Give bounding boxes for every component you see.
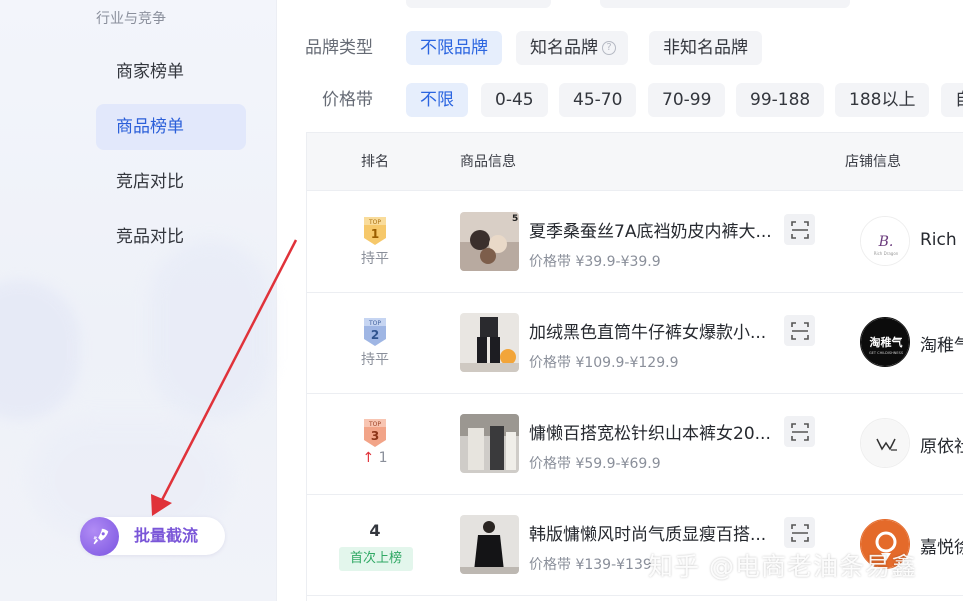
first-on-list-badge: 首次上榜 bbox=[339, 547, 413, 571]
shop-logo[interactable] bbox=[860, 418, 910, 468]
shop-name[interactable]: 嘉悦徐 bbox=[920, 533, 963, 558]
svg-text:GET CHILDISHNESS: GET CHILDISHNESS bbox=[869, 351, 904, 355]
product-price-band: 价格带 ¥109.9-¥129.9 bbox=[529, 355, 679, 371]
sidebar: 行业与竞争 商家榜单 商品榜单 竞店对比 竞品对比 批量截流 bbox=[0, 0, 277, 601]
price-option-99-188[interactable]: 99-188 bbox=[736, 83, 825, 117]
sidebar-item-merchant-ranking[interactable]: 商家榜单 bbox=[96, 49, 246, 95]
industry-select-cut[interactable] bbox=[406, 0, 551, 8]
sidebar-item-product-compare[interactable]: 竞品对比 bbox=[96, 214, 246, 260]
column-rank: 排名 bbox=[361, 154, 389, 170]
price-option-45-70[interactable]: 45-70 bbox=[559, 83, 637, 117]
product-ranking-table: 排名 商品信息 店铺信息 TOP 1 持平 5 夏季桑蚕丝7A底裆奶皮内裤大..… bbox=[306, 132, 963, 601]
batch-intercept-button[interactable]: 批量截流 bbox=[80, 517, 225, 556]
table-row[interactable]: TOP 3 ↑ 1 慵懒百搭宽松针织山本裤女20... 价格带 ¥59.9-¥6… bbox=[307, 394, 963, 495]
rank-number: 1 bbox=[371, 227, 379, 241]
column-shop: 店铺信息 bbox=[845, 154, 901, 170]
table-row[interactable]: TOP 2 持平 加绒黑色直筒牛仔裤女爆款小... 价格带 ¥109.9-¥12… bbox=[307, 293, 963, 394]
rank-change: 持平 bbox=[361, 251, 389, 267]
brand-option-non-famous[interactable]: 非知名品牌 bbox=[649, 31, 762, 65]
rank-medal-bronze-icon: TOP 3 bbox=[364, 419, 386, 447]
price-option-any[interactable]: 不限 bbox=[406, 83, 468, 117]
help-icon[interactable]: ? bbox=[602, 41, 616, 55]
shop-name[interactable]: 原依社 bbox=[920, 432, 963, 457]
product-title[interactable]: 韩版慵懒风时尚气质显瘦百搭... bbox=[529, 520, 779, 545]
shop-name[interactable]: 淘稚气 bbox=[920, 331, 963, 356]
category-select-cut[interactable] bbox=[600, 0, 850, 8]
svg-text:B.: B. bbox=[878, 234, 894, 250]
scan-icon[interactable] bbox=[784, 416, 815, 447]
rank-number: 2 bbox=[371, 328, 379, 342]
product-title[interactable]: 加绒黑色直筒牛仔裤女爆款小... bbox=[529, 318, 779, 343]
brand-type-label: 品牌类型 bbox=[305, 38, 373, 58]
batch-intercept-label: 批量截流 bbox=[134, 526, 199, 545]
price-option-0-45[interactable]: 0-45 bbox=[481, 83, 548, 117]
product-thumbnail[interactable] bbox=[460, 313, 519, 372]
column-product: 商品信息 bbox=[460, 154, 516, 170]
price-option-custom[interactable]: 自 bbox=[941, 83, 963, 117]
product-thumbnail[interactable] bbox=[460, 515, 519, 574]
rank-medal-label: TOP bbox=[368, 219, 381, 226]
product-thumbnail[interactable] bbox=[460, 414, 519, 473]
svg-text:淘稚气: 淘稚气 bbox=[870, 335, 903, 349]
sidebar-item-product-ranking[interactable]: 商品榜单 bbox=[96, 104, 246, 150]
price-option-70-99[interactable]: 70-99 bbox=[648, 83, 726, 117]
shop-logo[interactable]: 淘稚气 GET CHILDISHNESS bbox=[860, 317, 910, 367]
rank-change: ↑ 1 bbox=[362, 450, 388, 466]
scan-icon[interactable] bbox=[784, 214, 815, 245]
arrow-up-icon: ↑ bbox=[362, 450, 375, 466]
rank-medal-label: TOP bbox=[368, 421, 381, 428]
rank-number: 3 bbox=[371, 429, 379, 443]
table-header: 排名 商品信息 店铺信息 bbox=[307, 133, 963, 191]
table-row[interactable]: TOP 1 持平 5 夏季桑蚕丝7A底裆奶皮内裤大... 价格带 ¥39.9-¥… bbox=[307, 192, 963, 293]
product-thumbnail[interactable]: 5 bbox=[460, 212, 519, 271]
brand-type-filter: 品牌类型 不限品牌 知名品牌? 非知名品牌 bbox=[305, 31, 865, 65]
sidebar-item-shop-compare[interactable]: 竞店对比 bbox=[96, 159, 246, 205]
rank-medal-label: TOP bbox=[368, 320, 381, 327]
shop-logo[interactable]: B. Rich Dragon bbox=[860, 216, 910, 266]
shop-name[interactable]: Rich l bbox=[920, 230, 963, 250]
rank-number: 4 bbox=[369, 521, 381, 540]
watermark: 知乎 @电商老油条易鑫 bbox=[648, 552, 917, 581]
brand-option-famous[interactable]: 知名品牌? bbox=[516, 31, 628, 65]
price-option-188-plus[interactable]: 188以上 bbox=[835, 83, 930, 117]
product-title[interactable]: 夏季桑蚕丝7A底裆奶皮内裤大... bbox=[529, 217, 779, 242]
product-price-band: 价格带 ¥139-¥139 bbox=[529, 557, 652, 573]
scan-icon[interactable] bbox=[784, 517, 815, 548]
sidebar-section-title: 行业与竞争 bbox=[96, 11, 166, 27]
rocket-icon bbox=[80, 517, 119, 556]
rank-medal-silver-icon: TOP 2 bbox=[364, 318, 386, 346]
product-price-band: 价格带 ¥39.9-¥39.9 bbox=[529, 254, 661, 270]
product-title[interactable]: 慵懒百搭宽松针织山本裤女20... bbox=[529, 419, 779, 444]
svg-text:Rich Dragon: Rich Dragon bbox=[874, 251, 899, 256]
rank-medal-gold-icon: TOP 1 bbox=[364, 217, 386, 245]
scan-icon[interactable] bbox=[784, 315, 815, 346]
price-band-label: 价格带 bbox=[322, 90, 373, 110]
price-band-filter: 价格带 不限 0-45 45-70 70-99 99-188 188以上 自 bbox=[305, 83, 963, 117]
rank-change: 持平 bbox=[361, 352, 389, 368]
svg-text:5: 5 bbox=[512, 214, 518, 224]
brand-option-any[interactable]: 不限品牌 bbox=[406, 31, 502, 65]
product-price-band: 价格带 ¥59.9-¥69.9 bbox=[529, 456, 661, 472]
